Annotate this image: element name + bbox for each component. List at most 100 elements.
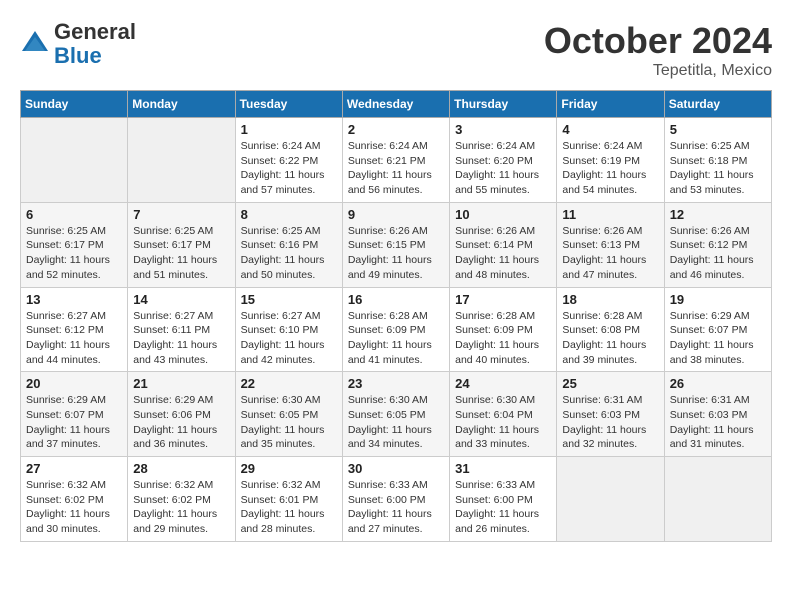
day-number: 28 [133, 461, 229, 476]
day-number: 19 [670, 292, 766, 307]
day-info: Sunrise: 6:26 AM Sunset: 6:13 PM Dayligh… [562, 224, 658, 283]
logo-general: General [54, 20, 136, 44]
day-info: Sunrise: 6:31 AM Sunset: 6:03 PM Dayligh… [562, 393, 658, 452]
calendar-cell: 28 Sunrise: 6:32 AM Sunset: 6:02 PM Dayli… [128, 457, 235, 542]
day-number: 10 [455, 207, 551, 222]
calendar-cell [21, 118, 128, 203]
day-number: 6 [26, 207, 122, 222]
calendar-cell [664, 457, 771, 542]
calendar-cell [128, 118, 235, 203]
calendar-cell: 16 Sunrise: 6:28 AM Sunset: 6:09 PM Dayli… [342, 287, 449, 372]
day-number: 16 [348, 292, 444, 307]
day-info: Sunrise: 6:32 AM Sunset: 6:02 PM Dayligh… [133, 478, 229, 537]
calendar-cell: 7Sunrise: 6:25 AM Sunset: 6:17 PM Daylig… [128, 202, 235, 287]
logo-text: General Blue [54, 20, 136, 68]
day-info: Sunrise: 6:24 AM Sunset: 6:22 PM Dayligh… [241, 139, 337, 198]
day-number: 23 [348, 376, 444, 391]
day-number: 29 [241, 461, 337, 476]
day-info: Sunrise: 6:25 AM Sunset: 6:16 PM Dayligh… [241, 224, 337, 283]
calendar-cell: 25 Sunrise: 6:31 AM Sunset: 6:03 PM Dayli… [557, 372, 664, 457]
day-number: 3 [455, 122, 551, 137]
day-number: 15 [241, 292, 337, 307]
day-info: Sunrise: 6:24 AM Sunset: 6:19 PM Dayligh… [562, 139, 658, 198]
day-number: 22 [241, 376, 337, 391]
day-number: 20 [26, 376, 122, 391]
day-info: Sunrise: 6:32 AM Sunset: 6:01 PM Dayligh… [241, 478, 337, 537]
logo: General Blue [20, 20, 136, 68]
day-number: 25 [562, 376, 658, 391]
day-number: 14 [133, 292, 229, 307]
day-info: Sunrise: 6:26 AM Sunset: 6:12 PM Dayligh… [670, 224, 766, 283]
calendar-header-thursday: Thursday [450, 91, 557, 118]
calendar-header-saturday: Saturday [664, 91, 771, 118]
calendar-cell: 1 Sunrise: 6:24 AM Sunset: 6:22 PM Daylig… [235, 118, 342, 203]
calendar-cell: 18Sunrise: 6:28 AM Sunset: 6:08 PM Dayli… [557, 287, 664, 372]
day-info: Sunrise: 6:27 AM Sunset: 6:10 PM Dayligh… [241, 309, 337, 368]
calendar-cell: 19 Sunrise: 6:29 AM Sunset: 6:07 PM Dayli… [664, 287, 771, 372]
day-number: 1 [241, 122, 337, 137]
page-header: General Blue October 2024 Tepetitla, Mex… [20, 20, 772, 80]
day-info: Sunrise: 6:29 AM Sunset: 6:06 PM Dayligh… [133, 393, 229, 452]
calendar-cell: 22 Sunrise: 6:30 AM Sunset: 6:05 PM Dayli… [235, 372, 342, 457]
calendar: SundayMondayTuesdayWednesdayThursdayFrid… [20, 90, 772, 542]
day-info: Sunrise: 6:33 AM Sunset: 6:00 PM Dayligh… [348, 478, 444, 537]
calendar-cell: 23 Sunrise: 6:30 AM Sunset: 6:05 PM Dayli… [342, 372, 449, 457]
calendar-cell: 17 Sunrise: 6:28 AM Sunset: 6:09 PM Dayli… [450, 287, 557, 372]
calendar-cell: 13 Sunrise: 6:27 AM Sunset: 6:12 PM Dayli… [21, 287, 128, 372]
day-number: 8 [241, 207, 337, 222]
day-info: Sunrise: 6:28 AM Sunset: 6:09 PM Dayligh… [455, 309, 551, 368]
day-info: Sunrise: 6:27 AM Sunset: 6:11 PM Dayligh… [133, 309, 229, 368]
day-info: Sunrise: 6:25 AM Sunset: 6:17 PM Dayligh… [133, 224, 229, 283]
calendar-week-5: 27Sunrise: 6:32 AM Sunset: 6:02 PM Dayli… [21, 457, 772, 542]
day-number: 24 [455, 376, 551, 391]
day-info: Sunrise: 6:27 AM Sunset: 6:12 PM Dayligh… [26, 309, 122, 368]
day-number: 21 [133, 376, 229, 391]
calendar-header-friday: Friday [557, 91, 664, 118]
calendar-cell: 20 Sunrise: 6:29 AM Sunset: 6:07 PM Dayli… [21, 372, 128, 457]
day-info: Sunrise: 6:29 AM Sunset: 6:07 PM Dayligh… [26, 393, 122, 452]
day-info: Sunrise: 6:30 AM Sunset: 6:05 PM Dayligh… [241, 393, 337, 452]
calendar-cell: 12Sunrise: 6:26 AM Sunset: 6:12 PM Dayli… [664, 202, 771, 287]
calendar-header-row: SundayMondayTuesdayWednesdayThursdayFrid… [21, 91, 772, 118]
calendar-cell: 4 Sunrise: 6:24 AM Sunset: 6:19 PM Daylig… [557, 118, 664, 203]
day-number: 2 [348, 122, 444, 137]
day-number: 5 [670, 122, 766, 137]
day-info: Sunrise: 6:31 AM Sunset: 6:03 PM Dayligh… [670, 393, 766, 452]
calendar-cell: 26Sunrise: 6:31 AM Sunset: 6:03 PM Dayli… [664, 372, 771, 457]
calendar-cell: 2 Sunrise: 6:24 AM Sunset: 6:21 PM Daylig… [342, 118, 449, 203]
calendar-week-4: 20 Sunrise: 6:29 AM Sunset: 6:07 PM Dayli… [21, 372, 772, 457]
day-info: Sunrise: 6:30 AM Sunset: 6:05 PM Dayligh… [348, 393, 444, 452]
day-number: 18 [562, 292, 658, 307]
logo-blue: Blue [54, 44, 136, 68]
calendar-cell: 11 Sunrise: 6:26 AM Sunset: 6:13 PM Dayli… [557, 202, 664, 287]
day-number: 17 [455, 292, 551, 307]
day-info: Sunrise: 6:33 AM Sunset: 6:00 PM Dayligh… [455, 478, 551, 537]
calendar-cell [557, 457, 664, 542]
calendar-cell: 14 Sunrise: 6:27 AM Sunset: 6:11 PM Dayli… [128, 287, 235, 372]
calendar-header-monday: Monday [128, 91, 235, 118]
calendar-cell: 6Sunrise: 6:25 AM Sunset: 6:17 PM Daylig… [21, 202, 128, 287]
day-number: 11 [562, 207, 658, 222]
day-info: Sunrise: 6:29 AM Sunset: 6:07 PM Dayligh… [670, 309, 766, 368]
day-number: 4 [562, 122, 658, 137]
title-block: October 2024 Tepetitla, Mexico [544, 20, 772, 80]
day-number: 13 [26, 292, 122, 307]
day-info: Sunrise: 6:30 AM Sunset: 6:04 PM Dayligh… [455, 393, 551, 452]
day-info: Sunrise: 6:24 AM Sunset: 6:21 PM Dayligh… [348, 139, 444, 198]
month-title: October 2024 [544, 20, 772, 62]
calendar-cell: 10 Sunrise: 6:26 AM Sunset: 6:14 PM Dayli… [450, 202, 557, 287]
calendar-cell: 29 Sunrise: 6:32 AM Sunset: 6:01 PM Dayli… [235, 457, 342, 542]
calendar-cell: 31Sunrise: 6:33 AM Sunset: 6:00 PM Dayli… [450, 457, 557, 542]
location: Tepetitla, Mexico [544, 62, 772, 80]
day-info: Sunrise: 6:26 AM Sunset: 6:14 PM Dayligh… [455, 224, 551, 283]
day-info: Sunrise: 6:32 AM Sunset: 6:02 PM Dayligh… [26, 478, 122, 537]
calendar-week-1: 1 Sunrise: 6:24 AM Sunset: 6:22 PM Daylig… [21, 118, 772, 203]
day-info: Sunrise: 6:26 AM Sunset: 6:15 PM Dayligh… [348, 224, 444, 283]
day-number: 9 [348, 207, 444, 222]
day-info: Sunrise: 6:28 AM Sunset: 6:09 PM Dayligh… [348, 309, 444, 368]
calendar-cell: 3Sunrise: 6:24 AM Sunset: 6:20 PM Daylig… [450, 118, 557, 203]
calendar-cell: 30Sunrise: 6:33 AM Sunset: 6:00 PM Dayli… [342, 457, 449, 542]
calendar-cell: 24 Sunrise: 6:30 AM Sunset: 6:04 PM Dayli… [450, 372, 557, 457]
logo-icon [20, 29, 50, 59]
calendar-header-sunday: Sunday [21, 91, 128, 118]
